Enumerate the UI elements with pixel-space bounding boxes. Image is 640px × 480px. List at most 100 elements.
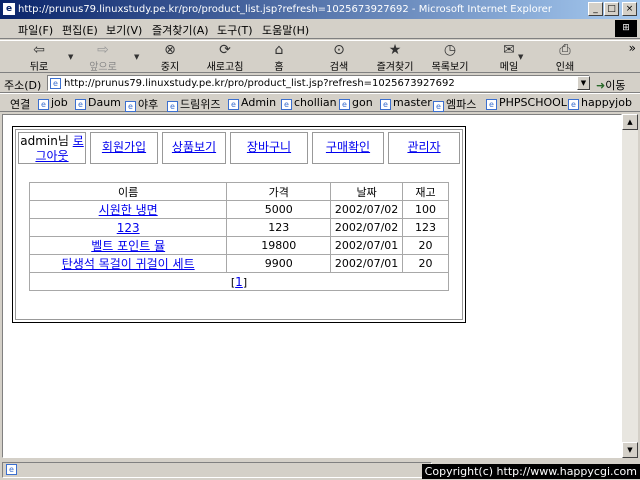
- search-button[interactable]: ⊙ 검색: [314, 42, 364, 73]
- maximize-button[interactable]: □: [604, 2, 619, 16]
- user-cell: admin님 로그아웃: [18, 132, 86, 164]
- table-row: 탄생석 목걸이 귀걸이 세트 9900 2002/07/01 20: [28, 254, 449, 273]
- join-link[interactable]: 회원가입: [102, 140, 146, 154]
- link-icon: e: [433, 101, 444, 112]
- nav-admin-cell: 관리자: [388, 132, 460, 164]
- pager-close: ]: [242, 275, 248, 289]
- header-name: 이름: [28, 182, 228, 201]
- search-label: 검색: [329, 62, 349, 73]
- status-text-cell: e: [2, 462, 432, 478]
- scroll-down-icon[interactable]: ▼: [622, 442, 638, 458]
- link-icon: e: [125, 101, 136, 112]
- stop-label: 중지: [160, 62, 180, 73]
- address-dropdown-icon[interactable]: ▼: [577, 76, 590, 90]
- copyright-banner: Copyright(c) http://www.happycgi.com: [421, 464, 640, 479]
- link-icon: e: [339, 99, 350, 110]
- scroll-up-icon[interactable]: ▲: [622, 114, 638, 130]
- mail-icon: ✉: [503, 42, 515, 58]
- print-button[interactable]: ⎙ 인쇄: [540, 42, 590, 73]
- mail-label: 메일: [499, 62, 519, 73]
- back-dropdown-icon[interactable]: ▼: [68, 53, 73, 61]
- history-button[interactable]: ◷ 목록보기: [425, 42, 475, 73]
- history-icon: ◷: [443, 42, 457, 58]
- favorites-button[interactable]: ★ 즐겨찾기: [370, 42, 420, 73]
- link-phpschool[interactable]: e PHPSCHOOL: [486, 96, 567, 110]
- page-icon: e: [50, 78, 61, 89]
- product-table: 이름 가격 날짜 재고 시원한 냉면 5000 2002/07/02 100 1…: [28, 182, 449, 291]
- link-icon: e: [75, 99, 86, 110]
- menu-bar: 파일(F) 편집(E) 보기(V) 즐겨찾기(A) 도구(T) 도움말(H) ⊞: [0, 19, 640, 39]
- product-link[interactable]: 벨트 포인트 뮬: [91, 239, 165, 253]
- mail-dropdown-icon[interactable]: ▼: [518, 53, 523, 61]
- cart-link[interactable]: 장바구니: [247, 140, 291, 154]
- orders-link[interactable]: 구매확인: [326, 140, 370, 154]
- link-master[interactable]: e master: [380, 96, 432, 110]
- forward-arrow-icon: ⇨: [97, 42, 109, 58]
- products-link[interactable]: 상품보기: [172, 140, 216, 154]
- nav-products-cell: 상품보기: [162, 132, 226, 164]
- date-cell: 2002/07/01: [330, 236, 404, 255]
- link-icon: e: [486, 99, 497, 110]
- address-label: 주소(D): [4, 79, 42, 92]
- go-arrow-icon: ➜: [596, 79, 606, 92]
- nav-join-cell: 회원가입: [90, 132, 158, 164]
- link-job[interactable]: e job: [38, 96, 68, 110]
- link-label: 야후: [138, 98, 159, 111]
- back-button[interactable]: ⇦ 뒤로: [14, 42, 64, 73]
- link-daum[interactable]: e Daum: [75, 96, 121, 110]
- menu-file[interactable]: 파일(F): [18, 22, 53, 38]
- link-icon: e: [228, 99, 239, 110]
- table-row: 시원한 냉면 5000 2002/07/02 100: [28, 200, 449, 219]
- page-1-link[interactable]: 1: [235, 275, 243, 289]
- address-bar: 주소(D) e ▼ ➜이동: [0, 74, 640, 93]
- menu-tools[interactable]: 도구(T): [217, 22, 253, 38]
- link-icon: e: [380, 99, 391, 110]
- product-link[interactable]: 123: [117, 221, 140, 235]
- forward-dropdown-icon[interactable]: ▼: [134, 53, 139, 61]
- link-yahoo[interactable]: e 야후: [125, 96, 158, 112]
- price-cell: 19800: [226, 236, 332, 255]
- admin-link[interactable]: 관리자: [407, 140, 440, 154]
- stop-button[interactable]: ⊗ 중지: [145, 42, 195, 73]
- ie-logo-icon: e: [3, 3, 15, 15]
- menu-edit[interactable]: 편집(E): [62, 22, 98, 38]
- home-button[interactable]: ⌂ 홈: [254, 42, 304, 73]
- stock-cell: 20: [402, 236, 449, 255]
- window-title: http://prunus79.linuxstudy.pe.kr/pro/pro…: [18, 4, 552, 15]
- refresh-button[interactable]: ⟳ 새로고침: [200, 42, 250, 73]
- link-chollian[interactable]: e chollian: [281, 96, 337, 110]
- back-arrow-icon: ⇦: [33, 42, 45, 58]
- close-button[interactable]: ×: [622, 2, 637, 16]
- link-dreamwiz[interactable]: e 드림위즈: [167, 96, 220, 112]
- menu-view[interactable]: 보기(V): [106, 22, 142, 38]
- product-link[interactable]: 시원한 냉면: [99, 203, 158, 217]
- menu-favorites[interactable]: 즐겨찾기(A): [152, 22, 209, 38]
- pager-row: [1]: [29, 272, 449, 291]
- vertical-scrollbar[interactable]: ▲ ▼: [622, 114, 638, 458]
- mail-button[interactable]: ✉ 메일: [484, 42, 534, 73]
- link-empas[interactable]: e 엠파스: [433, 96, 476, 112]
- main-frame-inner: admin님 로그아웃 회원가입 상품보기 장바구니 구매확인 관리자 이름 가…: [15, 129, 463, 320]
- favorites-label: 즐겨찾기: [376, 62, 414, 73]
- windows-logo-icon: ⊞: [615, 20, 637, 37]
- go-label: 이동: [605, 79, 626, 92]
- print-label: 인쇄: [555, 62, 575, 73]
- header-date: 날짜: [330, 182, 404, 201]
- forward-button[interactable]: ⇨ 앞으로: [78, 42, 128, 73]
- link-label: PHPSCHOOL: [499, 96, 567, 109]
- link-admin[interactable]: e Admin: [228, 96, 276, 110]
- product-link[interactable]: 탄생석 목걸이 귀걸이 세트: [62, 257, 195, 271]
- product-name-cell: 시원한 냉면: [28, 200, 228, 219]
- minimize-button[interactable]: _: [588, 2, 603, 16]
- price-cell: 5000: [226, 200, 332, 219]
- go-button[interactable]: ➜이동: [596, 77, 625, 93]
- more-chevron-icon[interactable]: »: [629, 41, 636, 55]
- page-status-icon: e: [6, 464, 17, 475]
- forward-label: 앞으로: [89, 62, 117, 73]
- menu-help[interactable]: 도움말(H): [262, 22, 309, 38]
- link-label: gon: [352, 96, 373, 109]
- link-happyjob[interactable]: e happyjob: [568, 96, 632, 110]
- link-gon[interactable]: e gon: [339, 96, 373, 110]
- status-bar: e Copyright(c) http://www.happycgi.com: [0, 460, 640, 480]
- address-input[interactable]: [47, 75, 590, 91]
